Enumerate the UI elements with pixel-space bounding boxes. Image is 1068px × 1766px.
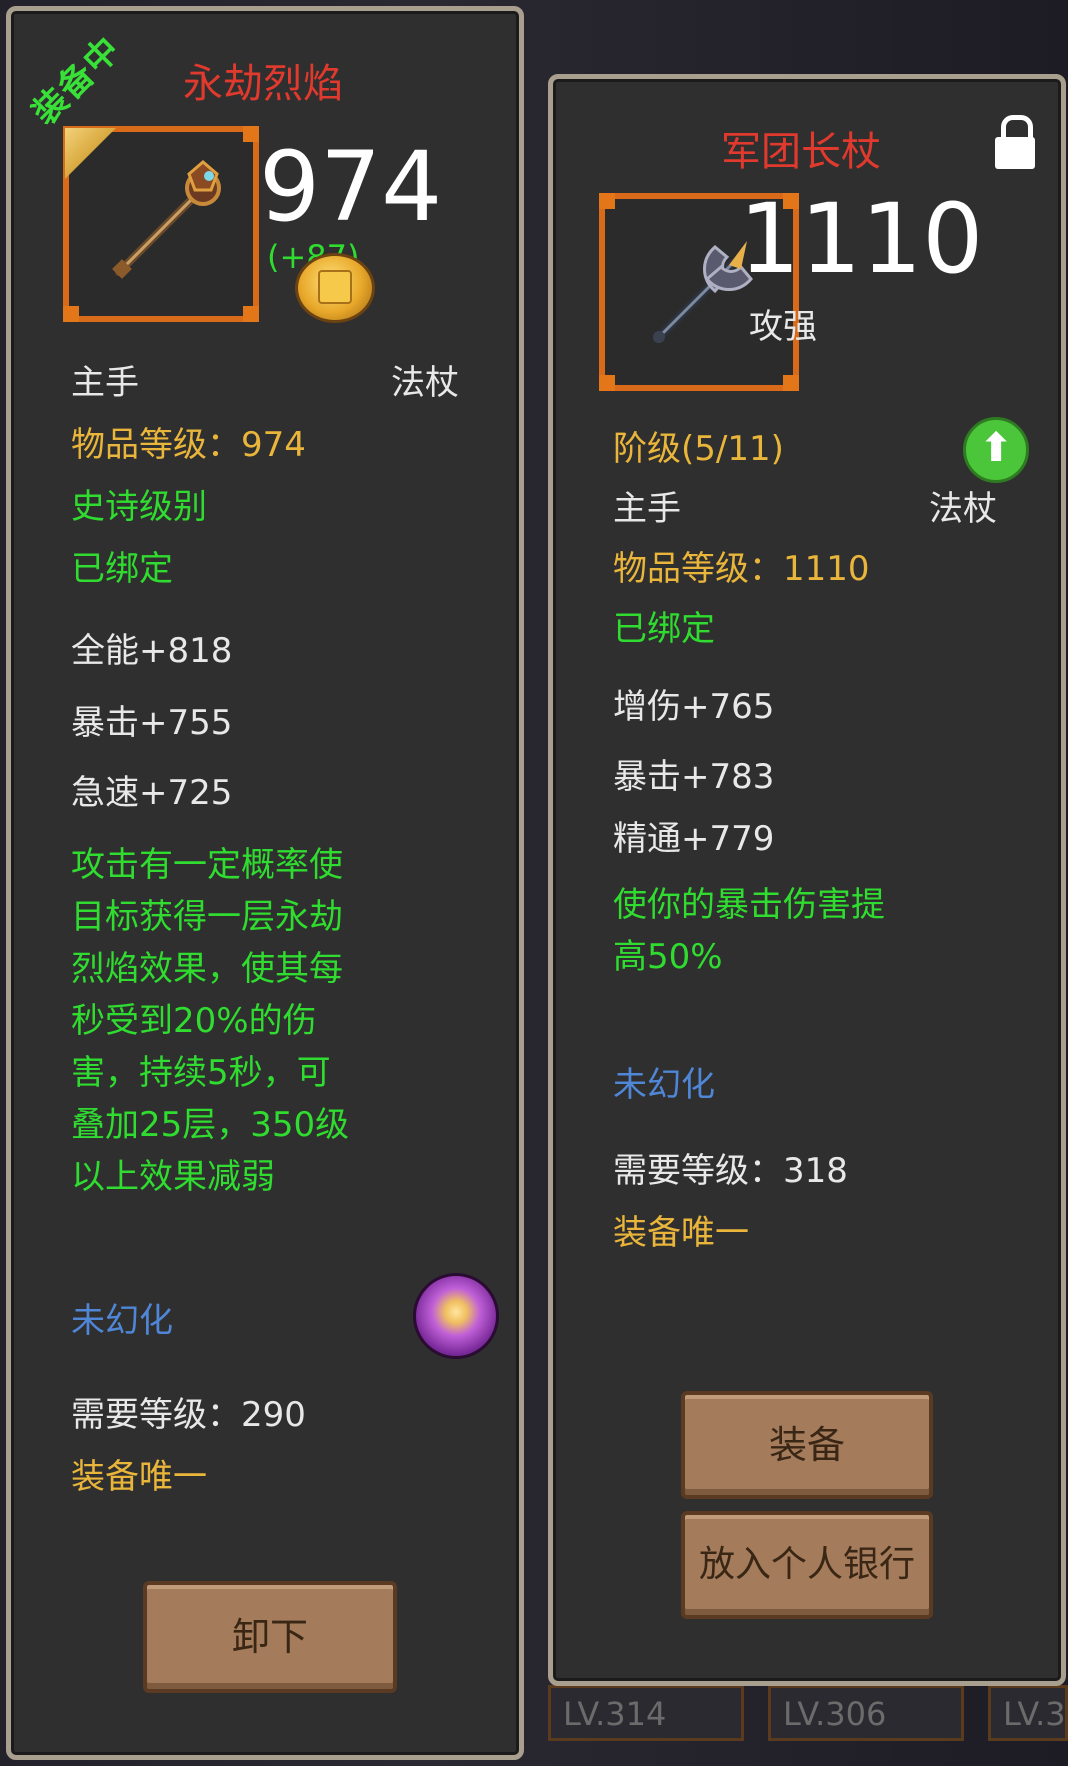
bound-label: 已绑定 <box>613 609 715 649</box>
item-level-line: 物品等级：1110 <box>613 549 870 589</box>
purple-orb-icon[interactable] <box>413 1273 499 1359</box>
required-level-label: 需要等级：318 <box>613 1151 848 1191</box>
level-tag: LV.306 <box>768 1685 964 1741</box>
level-tag: LV.314 <box>548 1685 744 1741</box>
stat-line: 增伤+765 <box>613 687 775 727</box>
item-level-number: 1110 <box>739 183 984 295</box>
scepter-staff-icon <box>112 160 221 279</box>
transmog-label: 未幻化 <box>613 1065 715 1105</box>
stat-line: 全能+818 <box>71 631 233 671</box>
required-level-label: 需要等级：290 <box>71 1395 306 1435</box>
bank-deposit-button[interactable]: 放入个人银行 <box>681 1511 933 1619</box>
effect-line: 攻击有一定概率使 <box>71 845 343 885</box>
item-icon-frame[interactable] <box>63 126 259 322</box>
rank-label: 阶级(5/11) <box>613 429 784 469</box>
effect-line: 目标获得一层永劫 <box>71 897 343 937</box>
item-level-line: 物品等级：974 <box>71 425 306 465</box>
stat-line: 急速+725 <box>71 773 233 813</box>
quality-label: 史诗级别 <box>71 487 207 527</box>
unique-label: 装备唯一 <box>613 1213 749 1253</box>
item-tooltip: 军团长杖 1110 攻强 阶级(5/11) ⬆ 主手 法杖 物品等级：1110 … <box>548 74 1066 1686</box>
slot-label: 主手 <box>71 363 139 403</box>
weapon-type-label: 法杖 <box>929 489 997 529</box>
equipped-tag: 装备中 <box>24 28 130 133</box>
item-level-number: 974 <box>259 131 443 243</box>
equip-button[interactable]: 装备 <box>681 1391 933 1499</box>
item-title: 军团长杖 <box>721 129 881 175</box>
slot-label: 主手 <box>613 489 681 529</box>
effect-description: 使你的暴击伤害提 高50% <box>613 879 885 983</box>
unique-label: 装备唯一 <box>71 1457 207 1497</box>
effect-description: 攻击有一定概率使 目标获得一层永劫 烈焰效果，使其每 秒受到20%的伤 害，持续… <box>71 839 349 1203</box>
unequip-button[interactable]: 卸下 <box>143 1581 397 1693</box>
equipped-item-tooltip: 装备中 永劫烈焰 974 (+87) 主手 法杖 物品等级：974 史诗级别 已… <box>6 6 524 1760</box>
item-title: 永劫烈焰 <box>183 61 343 107</box>
effect-line: 高50% <box>613 937 723 977</box>
effect-line: 叠加25层，350级 <box>71 1105 350 1145</box>
effect-line: 秒受到20%的伤 <box>71 1001 317 1041</box>
effect-line: 以上效果减弱 <box>71 1157 275 1197</box>
weapon-type-label: 法杖 <box>391 363 459 403</box>
stat-line: 暴击+755 <box>71 703 233 743</box>
stat-type-label: 攻强 <box>749 307 817 347</box>
green-up-arrow-icon[interactable]: ⬆ <box>963 417 1029 483</box>
lock-icon[interactable] <box>995 115 1035 169</box>
effect-line: 使你的暴击伤害提 <box>613 885 885 925</box>
transmog-label: 未幻化 <box>71 1301 173 1341</box>
effect-line: 害，持续5秒，可 <box>71 1053 331 1093</box>
stat-line: 精通+779 <box>613 819 775 859</box>
level-tag: LV.3 <box>988 1685 1068 1741</box>
bound-label: 已绑定 <box>71 549 173 589</box>
effect-line: 烈焰效果，使其每 <box>71 949 343 989</box>
stat-line: 暴击+783 <box>613 757 775 797</box>
gold-coin-icon <box>295 253 375 323</box>
